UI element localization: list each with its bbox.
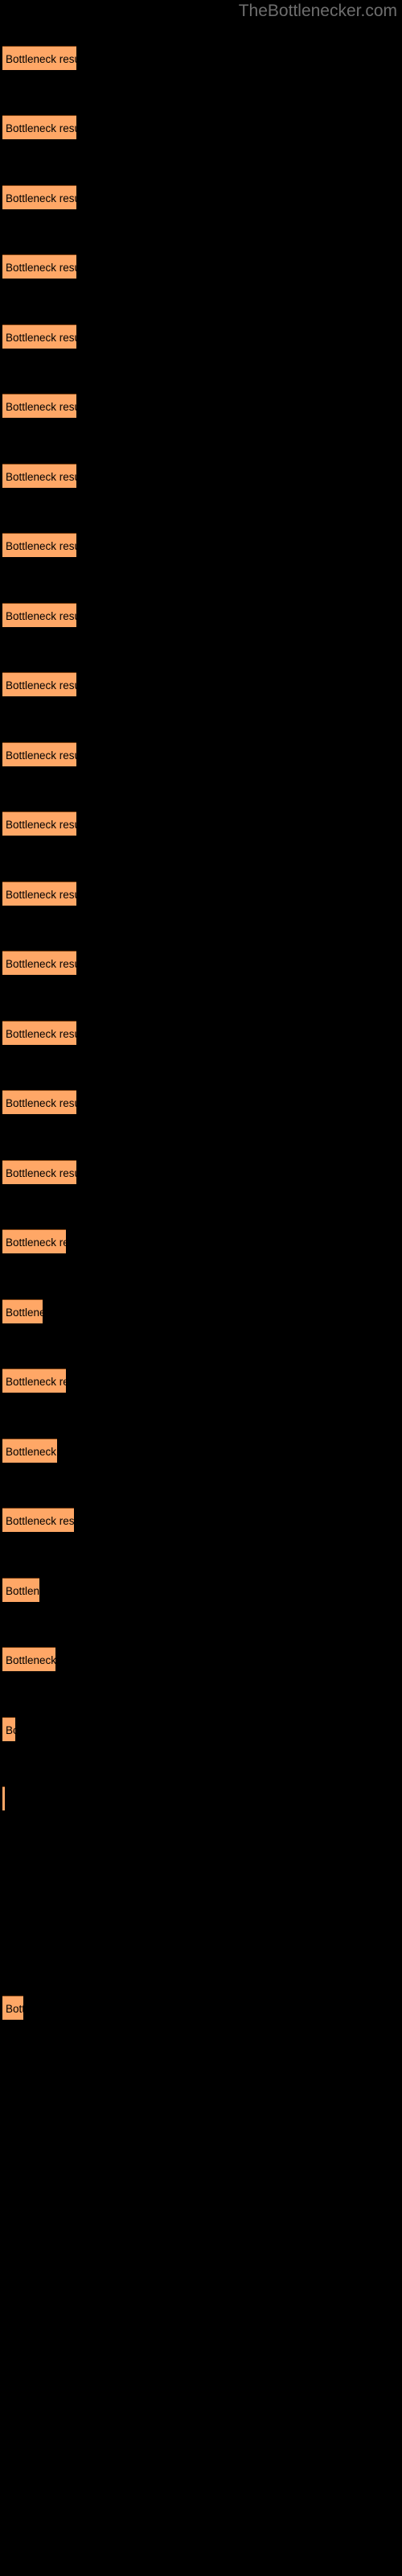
bar-label: Bottleneck result bbox=[6, 262, 76, 274]
bar-segment[interactable]: Bottleneck result bbox=[2, 1647, 55, 1671]
bar-row: Bottleneck result bbox=[0, 115, 402, 140]
bar-segment[interactable]: Bottleneck result bbox=[2, 1717, 15, 1741]
bar-segment[interactable]: Bottleneck result bbox=[2, 742, 76, 766]
bar-segment[interactable]: Bottleneck result bbox=[2, 672, 76, 696]
bar-row: Bottleneck result bbox=[0, 1786, 402, 1811]
bar-label: Bottleneck result bbox=[6, 1097, 76, 1109]
bar-label: Bottleneck result bbox=[6, 889, 76, 901]
bar-segment[interactable]: Bottleneck result bbox=[2, 603, 76, 627]
bar-label: Bottleneck result bbox=[6, 679, 76, 691]
bar-segment[interactable]: Bottleneck result bbox=[2, 1786, 5, 1810]
bar-segment[interactable]: Bottleneck result bbox=[2, 324, 76, 349]
bar-row: Bottleneck result bbox=[0, 811, 402, 836]
bar-segment[interactable]: Bottleneck result bbox=[2, 1160, 76, 1184]
bar-row: Bottleneck result bbox=[0, 533, 402, 558]
bar-row: Bottleneck result bbox=[0, 1160, 402, 1185]
bar-label: Bottleneck result bbox=[6, 1585, 39, 1597]
bar-label: Bottleneck result bbox=[6, 332, 76, 344]
bar-row bbox=[0, 1926, 402, 1951]
bar-segment[interactable]: Bottleneck result bbox=[2, 464, 76, 488]
bar-row: Bottleneck result bbox=[0, 1996, 402, 2021]
bar-label: Bottleneck result bbox=[6, 749, 76, 762]
bar-row: Bottleneck result bbox=[0, 1647, 402, 1672]
bar-row: Bottleneck result bbox=[0, 1439, 402, 1463]
bar-row: Bottleneck result bbox=[0, 324, 402, 349]
bar-segment[interactable]: Bottleneck result bbox=[2, 1368, 66, 1393]
bar-row: Bottleneck result bbox=[0, 464, 402, 489]
bar-row: Bottleneck result bbox=[0, 1021, 402, 1046]
bar-segment[interactable]: Bottleneck result bbox=[2, 951, 76, 975]
bar-row: Bottleneck result bbox=[0, 1368, 402, 1393]
bar-segment[interactable]: Bottleneck result bbox=[2, 1439, 57, 1463]
bar-row: Bottleneck result bbox=[0, 1090, 402, 1115]
bar-row: Bottleneck result bbox=[0, 881, 402, 906]
bar-segment[interactable]: Bottleneck result bbox=[2, 46, 76, 70]
bar-label: Bottleneck result bbox=[6, 1376, 66, 1388]
bar-label: Bottleneck result bbox=[6, 958, 76, 970]
bar-label: Bottleneck result bbox=[6, 1654, 55, 1666]
bar-label: Bottleneck result bbox=[6, 540, 76, 552]
bar-segment[interactable]: Bottleneck result bbox=[2, 185, 76, 209]
bar-label: Bottleneck result bbox=[6, 471, 76, 483]
bar-label: Bottleneck result bbox=[6, 1307, 43, 1319]
bar-row: Bottleneck result bbox=[0, 603, 402, 628]
bar-row: Bottleneck result bbox=[0, 1299, 402, 1324]
bar-row: Bottleneck result bbox=[0, 1229, 402, 1254]
bar-label: Bottleneck result bbox=[6, 1724, 15, 1736]
bar-label: Bottleneck result bbox=[6, 1446, 57, 1458]
bar-segment[interactable]: Bottleneck result bbox=[2, 254, 76, 279]
bottleneck-bar-chart: Bottleneck result Bottleneck result Bottle… bbox=[0, 0, 402, 2576]
bar-row: Bottleneck result bbox=[0, 1578, 402, 1603]
bar-row: Bottleneck result bbox=[0, 742, 402, 767]
bar-label: Bottleneck result bbox=[6, 1515, 74, 1527]
bar-label: Bottleneck result bbox=[6, 122, 76, 134]
bar-row: Bottleneck result bbox=[0, 672, 402, 697]
bar-segment[interactable]: Bottleneck result bbox=[2, 1090, 76, 1114]
bar-segment[interactable]: Bottleneck result bbox=[2, 394, 76, 418]
bar-segment[interactable]: Bottleneck result bbox=[2, 1229, 66, 1253]
bar-segment[interactable]: Bottleneck result bbox=[2, 811, 76, 836]
bar-segment[interactable]: Bottleneck result bbox=[2, 115, 76, 139]
bar-label: Bottleneck result bbox=[6, 1028, 76, 1040]
bar-label: Bottleneck result bbox=[6, 1236, 66, 1249]
bar-row: Bottleneck result bbox=[0, 394, 402, 419]
bar-row: Bottleneck result bbox=[0, 46, 402, 71]
bar-row: Bottleneck result bbox=[0, 185, 402, 210]
bar-segment[interactable]: Bottleneck result bbox=[2, 1578, 39, 1602]
bar-label: Bottleneck result bbox=[6, 192, 76, 204]
bar-segment[interactable]: Bottleneck result bbox=[2, 533, 76, 557]
bar-segment[interactable]: Bottleneck result bbox=[2, 1021, 76, 1045]
bar-row: Bottleneck result bbox=[0, 951, 402, 976]
bar-row: Bottleneck result bbox=[0, 1508, 402, 1533]
bar-segment[interactable]: Bottleneck result bbox=[2, 1996, 23, 2020]
bar-row: Bottleneck result bbox=[0, 254, 402, 279]
bar-row: Bottleneck result bbox=[0, 1717, 402, 1742]
bar-label: Bottleneck result bbox=[6, 53, 76, 65]
bar-segment[interactable]: Bottleneck result bbox=[2, 1508, 74, 1532]
bar-segment[interactable]: Bottleneck result bbox=[2, 881, 76, 906]
bar-label: Bottleneck result bbox=[6, 610, 76, 622]
bar-label: Bottleneck result bbox=[6, 401, 76, 413]
bar-row bbox=[0, 1856, 402, 1881]
bar-label: Bottleneck result bbox=[6, 819, 76, 831]
bar-segment[interactable]: Bottleneck result bbox=[2, 1299, 43, 1323]
bar-label: Bottleneck result bbox=[6, 2003, 23, 2015]
bar-label: Bottleneck result bbox=[6, 1167, 76, 1179]
